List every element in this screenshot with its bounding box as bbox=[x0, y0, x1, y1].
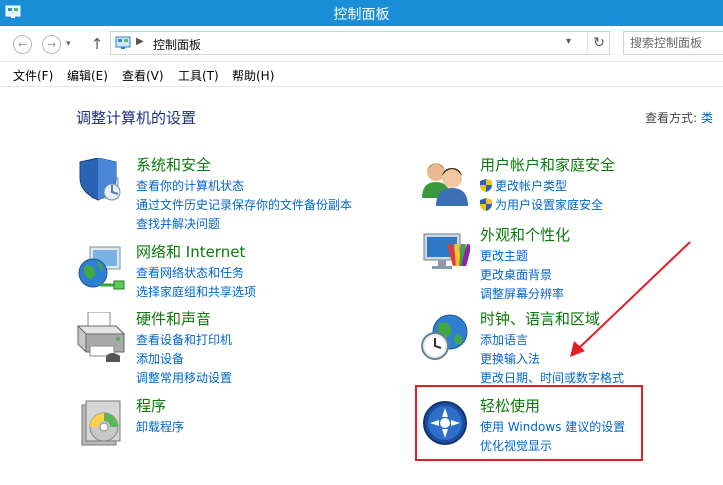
monitor-palette-icon[interactable] bbox=[420, 228, 470, 278]
control-panel-icon bbox=[115, 36, 131, 49]
menu-view[interactable]: 查看(V) bbox=[122, 67, 164, 84]
menu-edit[interactable]: 编辑(E) bbox=[67, 67, 108, 84]
uac-shield-icon bbox=[480, 179, 492, 192]
back-button[interactable]: ← bbox=[13, 35, 32, 54]
users-icon[interactable] bbox=[420, 158, 470, 208]
recent-locations-icon[interactable]: ▾ bbox=[66, 39, 71, 49]
link-change-input-method[interactable]: 更换输入法 bbox=[480, 350, 624, 369]
search-input[interactable] bbox=[624, 32, 723, 54]
link-family-safety[interactable]: 为用户设置家庭安全 bbox=[480, 196, 603, 215]
category-title[interactable]: 硬件和声音 bbox=[136, 308, 211, 329]
menu-help[interactable]: 帮助(H) bbox=[232, 67, 274, 84]
link-change-account-type[interactable]: 更改帐户类型 bbox=[480, 177, 603, 196]
main-content: 调整计算机的设置 查看方式: 类 系统和安全 查看你的计算机状态 通过文件历史记录… bbox=[0, 87, 723, 485]
breadcrumb[interactable]: 控制面板 bbox=[153, 36, 201, 53]
window-title: 控制面板 bbox=[333, 7, 390, 23]
address-dropdown-icon[interactable]: ▾ bbox=[566, 36, 571, 47]
view-by-dropdown[interactable]: 类 bbox=[701, 111, 713, 125]
page-title: 调整计算机的设置 bbox=[76, 109, 197, 127]
link-screen-resolution[interactable]: 调整屏幕分辨率 bbox=[480, 285, 564, 304]
forward-button[interactable]: → bbox=[42, 35, 61, 54]
link-file-history-backup[interactable]: 通过文件历史记录保存你的文件备份副本 bbox=[136, 196, 352, 215]
link-desktop-background[interactable]: 更改桌面背景 bbox=[480, 266, 564, 285]
category-title[interactable]: 程序 bbox=[136, 395, 166, 416]
address-toolbar: ← → ▾ ↑ ▶ 控制面板 ▾ ↻ bbox=[0, 26, 723, 62]
search-field[interactable] bbox=[623, 31, 723, 55]
view-by: 查看方式: 类 bbox=[645, 109, 713, 126]
link-devices-printers[interactable]: 查看设备和打印机 bbox=[136, 331, 232, 350]
link-mobility-settings[interactable]: 调整常用移动设置 bbox=[136, 369, 232, 388]
address-field[interactable]: ▶ 控制面板 ▾ ↻ bbox=[110, 31, 610, 55]
menu-tools[interactable]: 工具(T) bbox=[178, 67, 219, 84]
link-network-status[interactable]: 查看网络状态和任务 bbox=[136, 264, 256, 283]
refresh-button[interactable]: ↻ bbox=[587, 33, 610, 53]
clock-globe-icon[interactable] bbox=[420, 312, 470, 362]
link-change-theme[interactable]: 更改主题 bbox=[480, 247, 564, 266]
link-uninstall-program[interactable]: 卸载程序 bbox=[136, 418, 184, 437]
category-title[interactable]: 外观和个性化 bbox=[480, 224, 570, 245]
network-globe-icon[interactable] bbox=[76, 245, 126, 295]
up-button[interactable]: ↑ bbox=[89, 34, 105, 54]
category-title[interactable]: 网络和 Internet bbox=[136, 241, 245, 262]
printer-icon[interactable] bbox=[76, 312, 126, 362]
category-title[interactable]: 用户帐户和家庭安全 bbox=[480, 154, 615, 175]
shield-computer-icon[interactable] bbox=[76, 158, 126, 208]
link-homegroup-sharing[interactable]: 选择家庭组和共享选项 bbox=[136, 283, 256, 302]
link-add-device[interactable]: 添加设备 bbox=[136, 350, 232, 369]
link-troubleshoot[interactable]: 查找并解决问题 bbox=[136, 215, 352, 234]
link-add-language[interactable]: 添加语言 bbox=[480, 331, 624, 350]
title-bar: 控制面板 bbox=[0, 0, 723, 26]
menu-file[interactable]: 文件(F) bbox=[13, 67, 53, 84]
category-title[interactable]: 时钟、语言和区域 bbox=[480, 308, 600, 329]
link-view-computer-status[interactable]: 查看你的计算机状态 bbox=[136, 177, 352, 196]
category-title[interactable]: 系统和安全 bbox=[136, 154, 211, 175]
view-by-label: 查看方式: bbox=[645, 111, 698, 125]
breadcrumb-separator-icon[interactable]: ▶ bbox=[136, 36, 144, 47]
annotation-highlight-box bbox=[415, 385, 643, 461]
uac-shield-icon bbox=[480, 198, 492, 211]
programs-disc-icon[interactable] bbox=[76, 399, 126, 449]
menu-bar: 文件(F) 编辑(E) 查看(V) 工具(T) 帮助(H) bbox=[0, 62, 723, 87]
